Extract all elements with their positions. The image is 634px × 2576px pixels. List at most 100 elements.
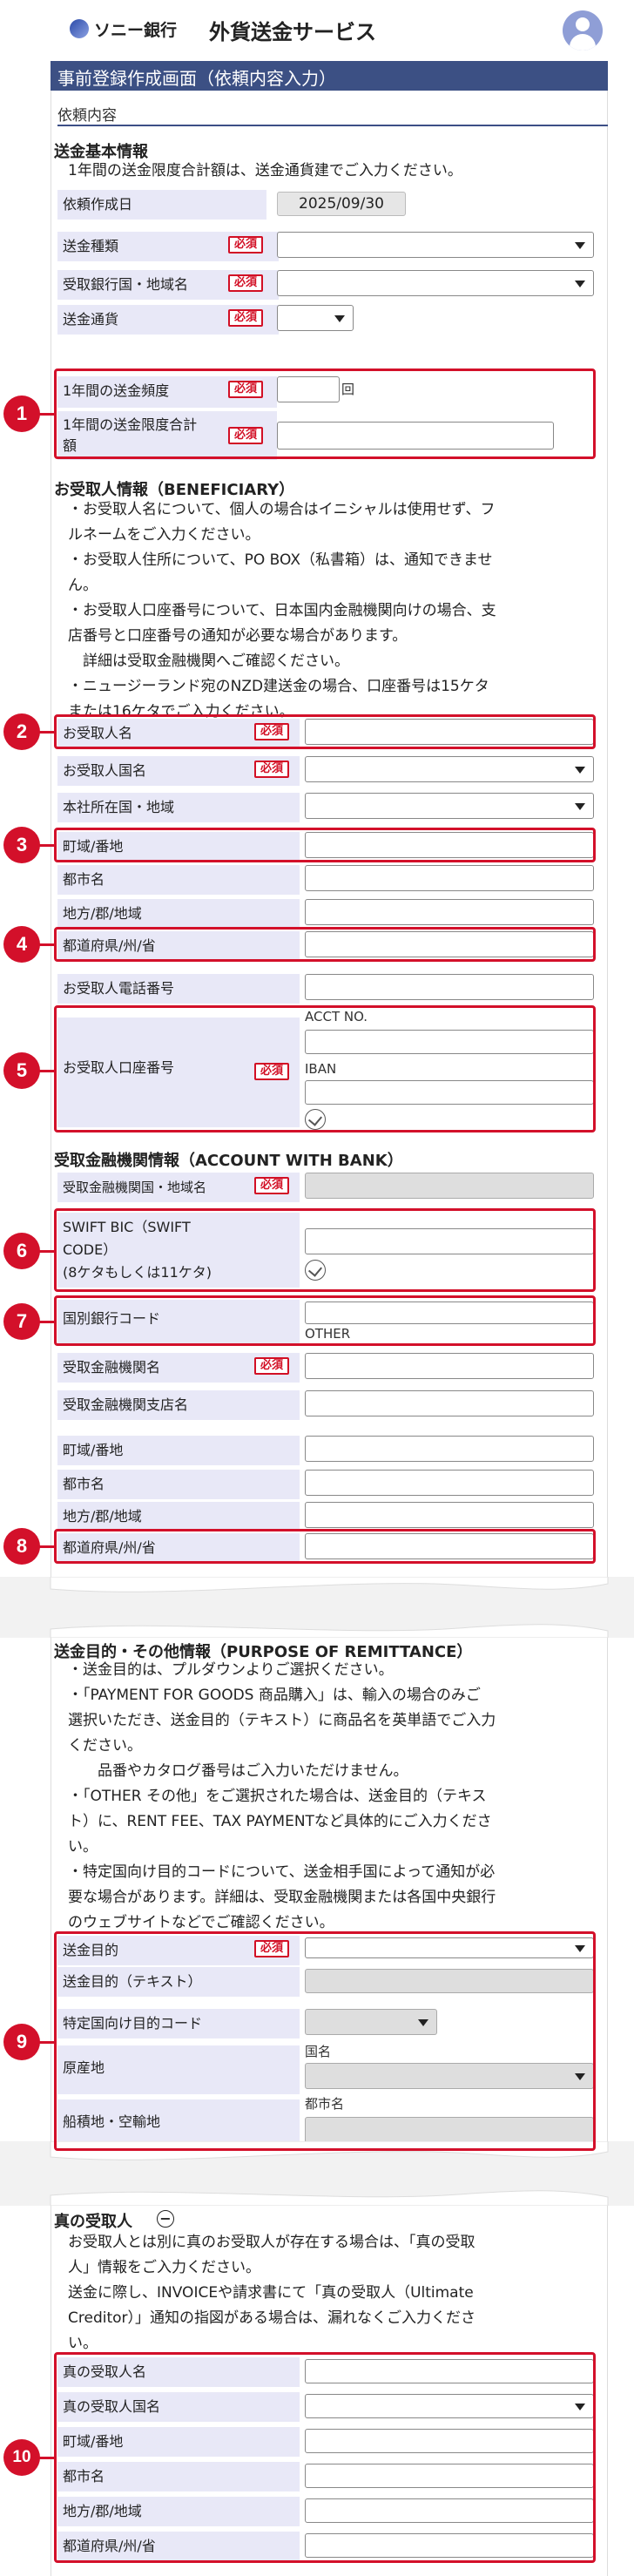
bank-country-display bbox=[305, 1173, 594, 1199]
bank-city-input[interactable] bbox=[305, 1470, 594, 1496]
ultimate-note: 送金に際し、INVOICEや請求書にて「真の受取人（Ultimate bbox=[68, 2284, 474, 2302]
purpose-note: ・送金目的は、プルダウンよりご選択ください。 bbox=[68, 1661, 394, 1679]
badge-4: 4 bbox=[3, 926, 40, 963]
bank-name-input[interactable] bbox=[305, 1353, 594, 1379]
purpose-note: い。 bbox=[68, 1838, 98, 1856]
badge-connector bbox=[38, 731, 56, 734]
highlight-box-10 bbox=[54, 2352, 596, 2563]
beneficiary-note: ん。 bbox=[68, 577, 98, 594]
bank-town-label: 町域/番地 bbox=[57, 1436, 300, 1465]
beneficiary-note: ルネームをご入力ください。 bbox=[68, 526, 260, 544]
purpose-notes: ・送金目的は、プルダウンよりご選択ください。 ・「PAYMENT FOR GOO… bbox=[68, 1658, 601, 1936]
ultimate-note: お受取人とは別に真のお受取人が存在する場合は、「真の受取 bbox=[68, 2234, 476, 2251]
ultimate-heading: 真の受取人 bbox=[54, 2213, 132, 2231]
highlight-box-9 bbox=[54, 1931, 596, 2151]
purpose-note: ・「OTHER その他」をご選択された場合は、送金目的（テキス bbox=[68, 1788, 487, 1805]
badge-8: 8 bbox=[3, 1528, 40, 1565]
highlight-box-6 bbox=[54, 1208, 596, 1292]
required-badge: 必須 bbox=[228, 274, 264, 292]
purpose-note: 選択いただき、送金目的（テキスト）に商品名を英単語でご入力 bbox=[68, 1712, 496, 1729]
brand-name: ソニー銀行 bbox=[94, 21, 178, 40]
badge-7: 7 bbox=[3, 1303, 40, 1340]
bank-country-select[interactable] bbox=[277, 270, 594, 296]
page-break bbox=[0, 2141, 634, 2206]
user-avatar-icon[interactable] bbox=[563, 10, 603, 51]
beneficiary-notes: ・お受取人名について、個人の場合はイニシャルは使用せず、フ ルネームをご入力くだ… bbox=[68, 497, 601, 725]
badge-3: 3 bbox=[3, 827, 40, 863]
bank-city-label: 都市名 bbox=[57, 1470, 300, 1499]
beneficiary-country-select[interactable] bbox=[305, 756, 594, 782]
city-label: 都市名 bbox=[57, 865, 300, 895]
beneficiary-note: ・お受取人名について、個人の場合はイニシャルは使用せず、フ bbox=[68, 501, 496, 518]
badge-connector bbox=[38, 1250, 56, 1253]
required-badge: 必須 bbox=[228, 236, 264, 254]
ultimate-note: 人」情報をご入力ください。 bbox=[68, 2259, 260, 2276]
required-badge: 必須 bbox=[254, 1357, 290, 1375]
ultimate-collapse-icon[interactable]: − bbox=[157, 2210, 174, 2228]
highlight-box-5 bbox=[54, 1005, 596, 1132]
beneficiary-note: ・お受取人住所について、PO BOX（私書箱）は、通知できませ bbox=[68, 551, 493, 569]
created-date-label: 依頼作成日 bbox=[57, 190, 266, 220]
city-input[interactable] bbox=[305, 865, 594, 891]
badge-2: 2 bbox=[3, 713, 40, 750]
basic-note: 1年間の送金限度合計額は、送金通貨建でご入力ください。 bbox=[68, 162, 462, 179]
sony-bank-logo-icon bbox=[70, 19, 89, 38]
purpose-note: ・「PAYMENT FOR GOODS 商品購入」は、輸入の場合のみご bbox=[68, 1687, 481, 1704]
remit-type-select[interactable] bbox=[277, 232, 594, 258]
bank-branch-input[interactable] bbox=[305, 1390, 594, 1416]
ultimate-note: Creditor）」通知の指図がある場合は、漏れなくご入力くださ bbox=[68, 2309, 476, 2327]
service-title: 外貨送金サービス bbox=[209, 20, 376, 44]
phone-input[interactable] bbox=[305, 974, 594, 1000]
beneficiary-note: ・ニュージーランド宛のNZD建送金の場合、口座番号は15ケタ bbox=[68, 678, 489, 695]
page: ソニー銀行 外貨送金サービス 事前登録作成画面（依頼内容入力） 依頼内容 送金基… bbox=[0, 0, 634, 2576]
badge-9: 9 bbox=[3, 2024, 40, 2060]
badge-10: 10 bbox=[3, 2439, 40, 2476]
beneficiary-note: 詳細は受取金融機関へご確認ください。 bbox=[68, 652, 349, 670]
highlight-box-3 bbox=[54, 828, 596, 862]
purpose-note: ・特定国向け目的コードについて、送金相手国によって通知が必 bbox=[68, 1863, 496, 1881]
district-label: 地方/郡/地域 bbox=[57, 899, 300, 929]
badge-connector bbox=[38, 2457, 56, 2459]
currency-select[interactable] bbox=[277, 305, 354, 331]
badge-connector bbox=[38, 413, 56, 416]
page-break bbox=[0, 1577, 634, 1638]
bank-district-input[interactable] bbox=[305, 1502, 594, 1528]
page-title-bar: 事前登録作成画面（依頼内容入力） bbox=[51, 61, 608, 91]
bank-district-label: 地方/郡/地域 bbox=[57, 1502, 300, 1531]
badge-connector bbox=[38, 844, 56, 847]
beneficiary-note: ・お受取人口座番号について、日本国内金融機関向けの場合、支 bbox=[68, 602, 496, 619]
district-input[interactable] bbox=[305, 899, 594, 925]
purpose-note: ト）に、RENT FEE、TAX PAYMENTなど具体的にご入力くださ bbox=[68, 1813, 492, 1830]
badge-connector bbox=[38, 943, 56, 946]
highlight-box-8 bbox=[54, 1529, 596, 1564]
highlight-box-2 bbox=[54, 714, 596, 749]
purpose-note: 要な場合があります。詳細は、受取金融機関または各国中央銀行 bbox=[68, 1889, 496, 1906]
purpose-note: ください。 bbox=[68, 1737, 142, 1755]
badge-connector bbox=[38, 1070, 56, 1072]
required-badge: 必須 bbox=[254, 1177, 290, 1194]
created-date-value: 2025/09/30 bbox=[277, 192, 406, 216]
highlight-box-1 bbox=[54, 368, 596, 459]
badge-6: 6 bbox=[3, 1233, 40, 1269]
badge-5: 5 bbox=[3, 1052, 40, 1089]
hq-country-select[interactable] bbox=[305, 793, 594, 819]
badge-connector bbox=[38, 2041, 56, 2044]
required-badge: 必須 bbox=[254, 761, 290, 778]
section-divider bbox=[57, 125, 608, 126]
hq-country-label: 本社所在国・地域 bbox=[57, 793, 300, 822]
section-label: 依頼内容 bbox=[57, 107, 117, 125]
bank-branch-label: 受取金融機関支店名 bbox=[57, 1390, 300, 1420]
badge-1: 1 bbox=[3, 396, 40, 432]
bank-heading: 受取金融機関情報（ACCOUNT WITH BANK） bbox=[54, 1152, 403, 1170]
bank-town-input[interactable] bbox=[305, 1436, 594, 1462]
purpose-note: 品番やカタログ番号はご入力いただけません。 bbox=[68, 1762, 408, 1780]
required-badge: 必須 bbox=[228, 309, 264, 327]
page-title: 事前登録作成画面（依頼内容入力） bbox=[57, 68, 336, 89]
phone-label: お受取人電話番号 bbox=[57, 974, 300, 1004]
ultimate-notes: お受取人とは別に真のお受取人が存在する場合は、「真の受取 人」情報をご入力くださ… bbox=[68, 2230, 601, 2356]
app-header: ソニー銀行 外貨送金サービス bbox=[51, 0, 608, 57]
badge-connector bbox=[38, 1321, 56, 1323]
highlight-box-7 bbox=[54, 1295, 596, 1346]
beneficiary-note: 店番号と口座番号の通知が必要な場合があります。 bbox=[68, 627, 408, 645]
highlight-box-4 bbox=[54, 927, 596, 962]
